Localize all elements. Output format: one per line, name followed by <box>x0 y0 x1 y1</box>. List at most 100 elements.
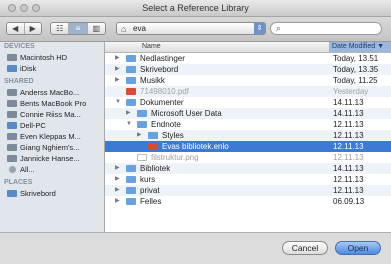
list-item-selected[interactable]: Evas bibliotek.enlo 12.11.13 <box>105 141 391 152</box>
sidebar-item-shared-computer[interactable]: Even Kleppas M... <box>0 131 104 142</box>
file-name: 71498010.pdf <box>140 87 189 96</box>
list-item[interactable]: ▶ kurs 12.11.13 <box>105 174 391 185</box>
file-name: kurs <box>140 175 156 184</box>
sidebar-item-shared-computer[interactable]: Bents MacBook Pro <box>0 98 104 109</box>
file-date: Today, 13.51 <box>333 54 379 63</box>
computer-icon <box>7 144 17 151</box>
sidebar-item-shared-computer[interactable]: Anderss MacBo... <box>0 87 104 98</box>
open-button[interactable]: Open <box>335 241 381 255</box>
computer-icon <box>7 89 17 96</box>
file-date: 12.11.13 <box>333 142 364 151</box>
list-item[interactable]: ▶ Microsoft User Data 14.11.13 <box>105 108 391 119</box>
sidebar-item-all-shared[interactable]: All... <box>0 164 104 175</box>
folder-icon <box>126 187 136 194</box>
dialog-footer: Cancel Open <box>0 232 391 264</box>
file-date: 06.09.13 <box>333 197 365 206</box>
list-item[interactable]: ▶ Felles 06.09.13 <box>105 196 391 207</box>
path-popup-label: eva <box>133 24 146 33</box>
file-name: Musikk <box>140 76 165 85</box>
sidebar-item-shared-computer[interactable]: Jannicke Hanse... <box>0 153 104 164</box>
computer-icon <box>7 133 17 140</box>
computer-icon <box>7 111 17 118</box>
path-popup[interactable]: ⌂ eva ⇕ <box>116 22 266 35</box>
search-field[interactable]: ⌕ <box>270 22 382 35</box>
toolbar: ◀ ▶ ☷ ≡ ▥ ⌂ eva ⇕ ⌕ <box>0 17 391 42</box>
sidebar-item-label: Macintosh HD <box>20 53 68 62</box>
file-date: 14.11.13 <box>333 98 364 107</box>
sidebar-item-label: Connie Riiss Ma... <box>20 110 81 119</box>
disclosure-triangle-open-icon[interactable]: ▼ <box>126 119 132 130</box>
list-item[interactable]: ▼ Dokumenter 14.11.13 <box>105 97 391 108</box>
window-title: Select a Reference Library <box>142 3 249 13</box>
file-name: Endnote <box>151 120 181 129</box>
column-header-name[interactable]: Name <box>142 43 161 50</box>
folder-icon <box>137 110 147 117</box>
sidebar-item-idisk[interactable]: iDisk <box>0 63 104 74</box>
network-icon <box>9 166 16 173</box>
sidebar-item-label: All... <box>20 165 35 174</box>
back-button[interactable]: ◀ <box>7 23 25 34</box>
file-date: 12.11.13 <box>333 175 364 184</box>
column-view-button[interactable]: ▥ <box>88 23 105 34</box>
sidebar-item-label: Skrivebord <box>20 189 56 198</box>
list-item[interactable]: ▶ Bibliotek 14.11.13 <box>105 163 391 174</box>
file-name: Skrivebord <box>140 65 179 74</box>
sidebar-header-shared: SHARED <box>4 78 34 85</box>
disclosure-triangle-icon[interactable]: ▶ <box>115 185 120 196</box>
computer-icon <box>7 100 17 107</box>
disclosure-triangle-icon[interactable]: ▶ <box>115 163 120 174</box>
file-date: 14.11.13 <box>333 109 364 118</box>
cancel-button[interactable]: Cancel <box>282 241 328 255</box>
disclosure-triangle-open-icon[interactable]: ▼ <box>115 97 121 108</box>
list-item[interactable]: filstruktur.png 12.11.13 <box>105 152 391 163</box>
list-item[interactable]: ▶ Skrivebord Today, 13.35 <box>105 64 391 75</box>
sidebar-item-label: iDisk <box>20 64 37 73</box>
file-name: Nedlastinger <box>140 54 185 63</box>
file-name: filstruktur.png <box>151 153 199 162</box>
file-list-header: Name Date Modified ▼ <box>105 42 391 53</box>
disclosure-triangle-icon[interactable]: ▶ <box>115 75 120 86</box>
hard-drive-icon <box>7 54 17 61</box>
sidebar-item-macintosh-hd[interactable]: Macintosh HD <box>0 52 104 63</box>
search-icon: ⌕ <box>276 23 282 33</box>
back-forward-control: ◀ ▶ <box>6 22 42 35</box>
forward-button[interactable]: ▶ <box>25 23 42 34</box>
sidebar-item-shared-computer[interactable]: Connie Riiss Ma... <box>0 109 104 120</box>
folder-icon <box>148 132 158 139</box>
desktop-folder-icon <box>7 190 17 197</box>
file-name: Evas bibliotek.enlo <box>162 142 229 151</box>
file-list: Name Date Modified ▼ ▶ Nedlastinger Toda… <box>105 42 391 232</box>
disclosure-triangle-icon[interactable]: ▶ <box>126 108 131 119</box>
sidebar-item-label: Even Kleppas M... <box>20 132 81 141</box>
file-date: Today, 13.35 <box>333 65 379 74</box>
list-item[interactable]: ▶ Musikk Today, 11.25 <box>105 75 391 86</box>
file-date: Today, 11.25 <box>333 76 378 85</box>
sidebar-header-places: PLACES <box>4 179 33 186</box>
column-header-date-modified[interactable]: Date Modified ▼ <box>329 42 391 52</box>
list-item[interactable]: ▶ Nedlastinger Today, 13.51 <box>105 53 391 64</box>
sidebar-item-skrivebord[interactable]: Skrivebord <box>0 188 104 199</box>
sidebar: DEVICES Macintosh HD iDisk SHARED Anders… <box>0 42 105 232</box>
title-bar: Select a Reference Library <box>0 0 391 17</box>
sidebar-item-shared-computer[interactable]: Giang Nghiem's... <box>0 142 104 153</box>
file-name: privat <box>140 186 160 195</box>
computer-icon <box>7 155 17 162</box>
sidebar-item-label: Anderss MacBo... <box>20 88 80 97</box>
list-item[interactable]: ▶ Styles 12.11.13 <box>105 130 391 141</box>
disclosure-triangle-icon[interactable]: ▶ <box>137 130 142 141</box>
list-item[interactable]: ▶ privat 12.11.13 <box>105 185 391 196</box>
image-file-icon <box>137 154 147 161</box>
list-item[interactable]: 71498010.pdf Yesterday <box>105 86 391 97</box>
list-view-button[interactable]: ≡ <box>69 23 88 34</box>
disclosure-triangle-icon[interactable]: ▶ <box>115 64 120 75</box>
file-date: 12.11.13 <box>333 131 364 140</box>
list-item[interactable]: ▼ Endnote 12.11.13 <box>105 119 391 130</box>
disclosure-triangle-icon[interactable]: ▶ <box>115 196 120 207</box>
chevron-updown-icon: ⇕ <box>254 23 265 34</box>
sidebar-item-shared-computer[interactable]: Dell-PC <box>0 120 104 131</box>
icon-view-button[interactable]: ☷ <box>51 23 70 34</box>
disclosure-triangle-icon[interactable]: ▶ <box>115 53 120 64</box>
sidebar-item-label: Dell-PC <box>20 121 46 130</box>
disclosure-triangle-icon[interactable]: ▶ <box>115 174 120 185</box>
sidebar-item-label: Jannicke Hanse... <box>20 154 80 163</box>
